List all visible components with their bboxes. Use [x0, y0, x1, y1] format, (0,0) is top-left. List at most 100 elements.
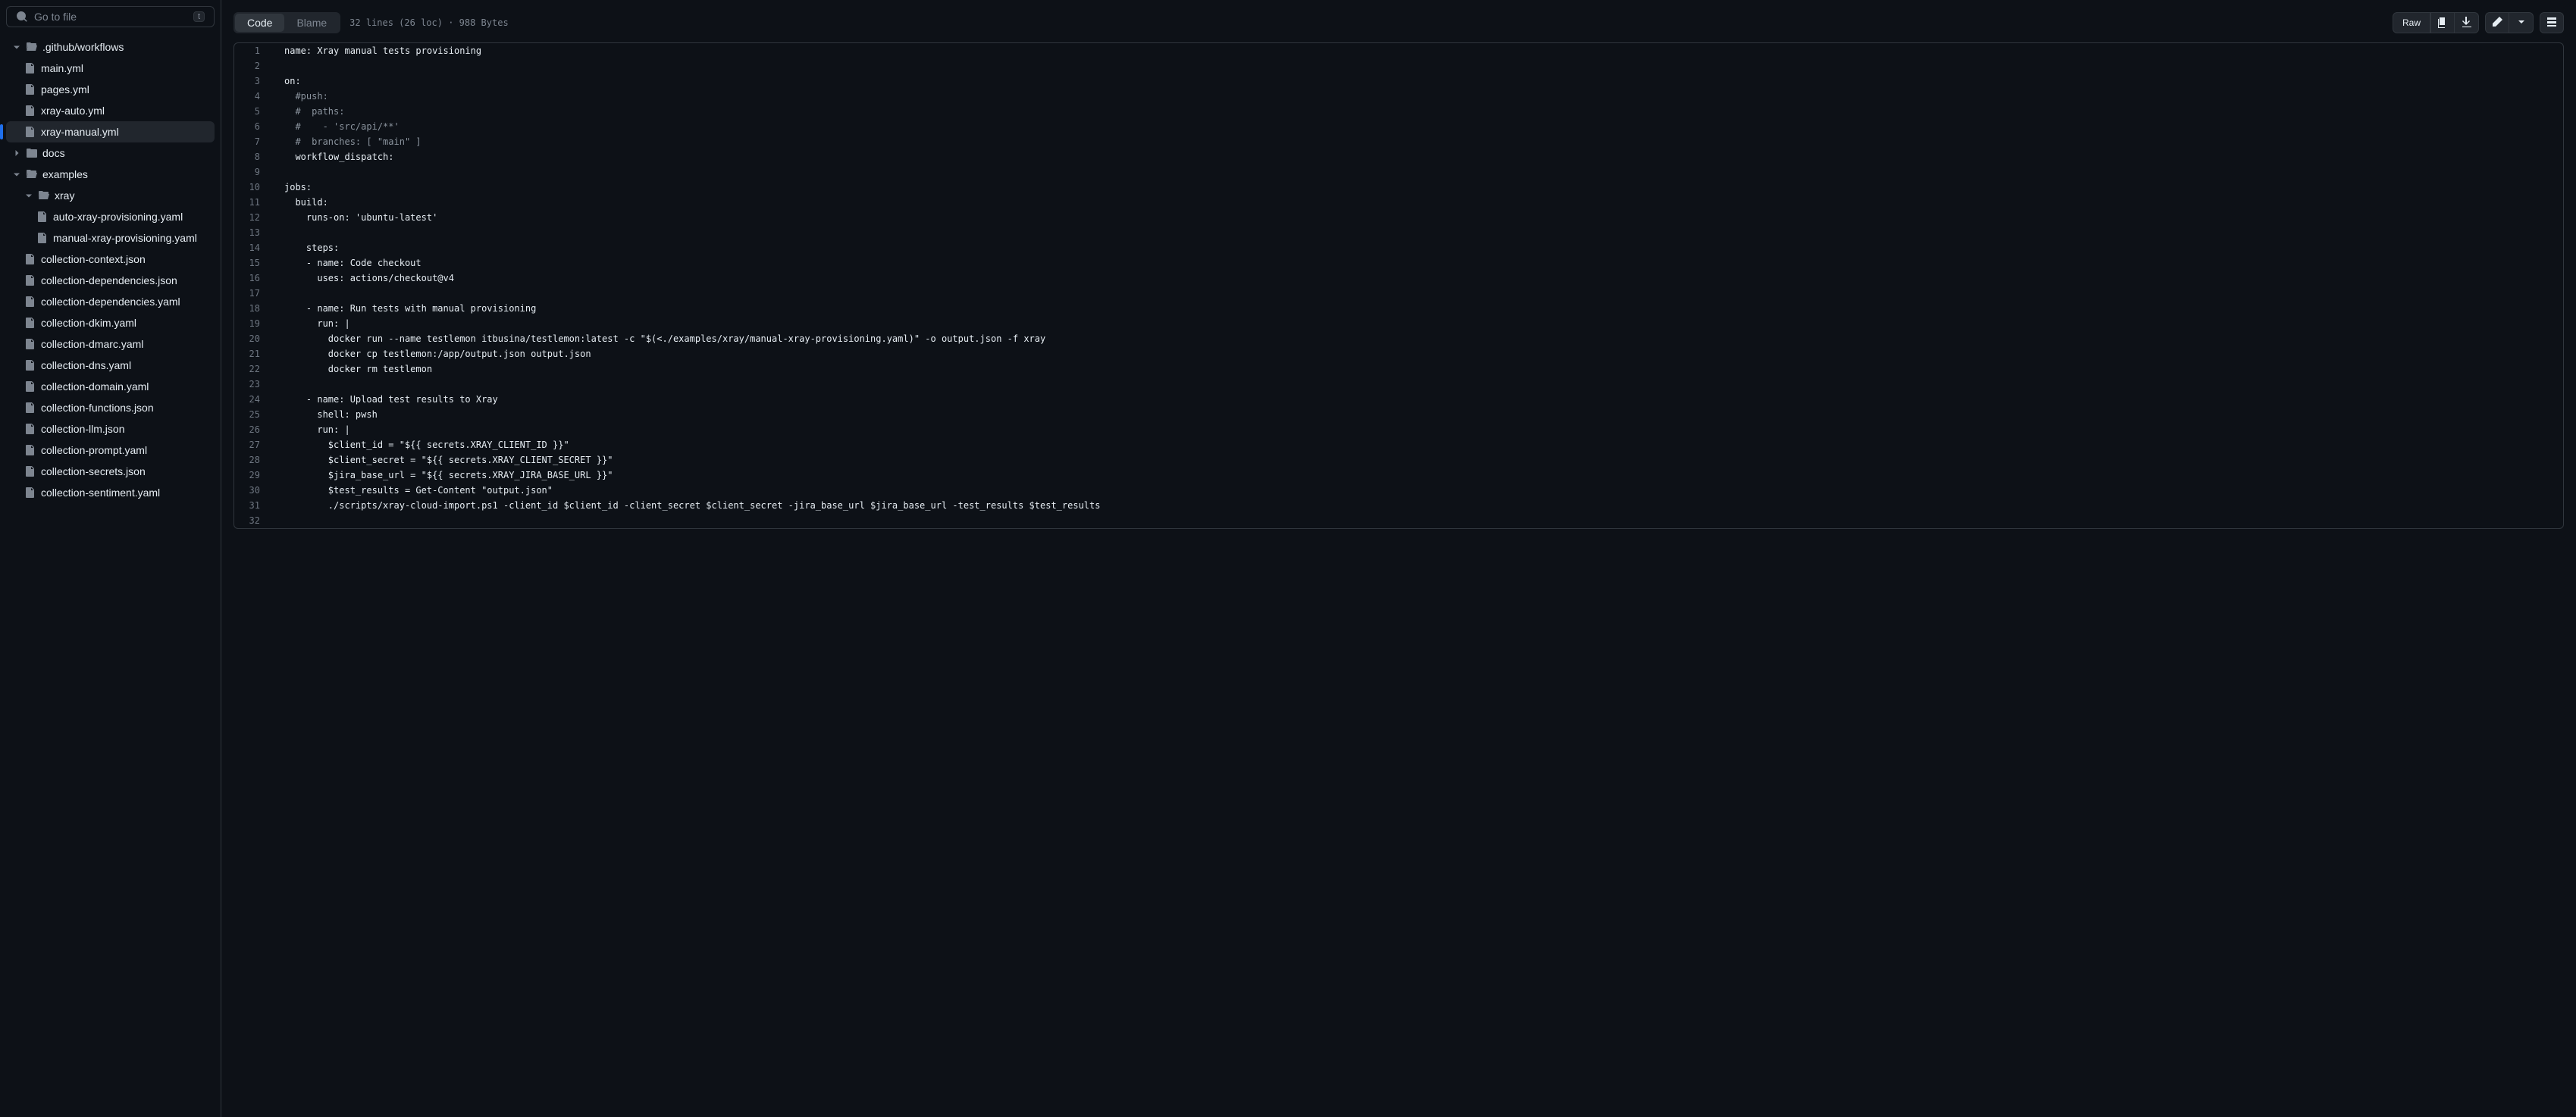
code-viewer[interactable]: 1name: Xray manual tests provisioning 2 … — [233, 42, 2564, 529]
symbols-button[interactable] — [2540, 12, 2564, 33]
tree-folder-xray[interactable]: xray — [6, 185, 215, 206]
tree-label: collection-sentiment.yaml — [41, 487, 160, 499]
search-key-hint: t — [193, 11, 205, 22]
tab-code[interactable]: Code — [235, 14, 284, 32]
folder-icon — [26, 147, 38, 159]
file-icon — [24, 274, 36, 286]
code-line — [272, 377, 2563, 392]
line-num: 18 — [234, 301, 272, 316]
edit-dropdown[interactable] — [2509, 12, 2534, 33]
file-icon — [24, 62, 36, 74]
tree-file-collection-domain[interactable]: collection-domain.yaml — [6, 376, 215, 397]
edit-button[interactable] — [2485, 12, 2509, 33]
tree-label: collection-prompt.yaml — [41, 444, 147, 456]
code-line — [272, 286, 2563, 301]
tree-file-collection-dmarc[interactable]: collection-dmarc.yaml — [6, 333, 215, 355]
line-num: 2 — [234, 58, 272, 74]
line-num: 10 — [234, 180, 272, 195]
tree-file-pages-yml[interactable]: pages.yml — [6, 79, 215, 100]
file-search[interactable]: t — [6, 6, 215, 27]
tree-file-collection-dns[interactable]: collection-dns.yaml — [6, 355, 215, 376]
tree-file-collection-llm[interactable]: collection-llm.json — [6, 418, 215, 440]
tree-file-collection-prompt[interactable]: collection-prompt.yaml — [6, 440, 215, 461]
tree-file-collection-sentiment[interactable]: collection-sentiment.yaml — [6, 482, 215, 503]
code-line: jobs: — [272, 180, 2563, 195]
tree-label: manual-xray-provisioning.yaml — [53, 232, 197, 244]
download-button[interactable] — [2455, 12, 2479, 33]
file-icon — [24, 444, 36, 456]
tree-file-collection-secrets[interactable]: collection-secrets.json — [6, 461, 215, 482]
code-line: # branches: [ "main" ] — [272, 134, 2563, 149]
line-num: 1 — [234, 43, 272, 58]
pencil-icon — [2491, 16, 2503, 30]
file-icon — [24, 296, 36, 308]
line-num: 3 — [234, 74, 272, 89]
tree-file-collection-deps-json[interactable]: collection-dependencies.json — [6, 270, 215, 291]
code-line: # - 'src/api/**' — [272, 119, 2563, 134]
code-line: - name: Run tests with manual provisioni… — [272, 301, 2563, 316]
file-icon — [24, 253, 36, 265]
code-line — [272, 58, 2563, 74]
file-icon — [36, 211, 49, 223]
tree-folder-examples[interactable]: examples — [6, 164, 215, 185]
tree-label: docs — [42, 147, 65, 159]
folder-open-icon — [26, 168, 38, 180]
tree-folder-github-workflows[interactable]: .github/workflows — [6, 36, 215, 58]
code-line: runs-on: 'ubuntu-latest' — [272, 210, 2563, 225]
line-num: 16 — [234, 271, 272, 286]
line-num: 8 — [234, 149, 272, 164]
caret-down-icon — [2518, 17, 2525, 28]
line-num: 11 — [234, 195, 272, 210]
tree-file-manual-xray-prov[interactable]: manual-xray-provisioning.yaml — [6, 227, 215, 249]
tree-file-xray-manual[interactable]: xray-manual.yml — [6, 121, 215, 142]
raw-button[interactable]: Raw — [2393, 12, 2430, 33]
tree-label: auto-xray-provisioning.yaml — [53, 211, 183, 223]
file-icon — [24, 423, 36, 435]
line-num: 12 — [234, 210, 272, 225]
copy-button[interactable] — [2430, 12, 2455, 33]
tree-folder-docs[interactable]: docs — [6, 142, 215, 164]
code-line: run: | — [272, 316, 2563, 331]
code-line: #push: — [272, 89, 2563, 104]
tree-file-collection-functions[interactable]: collection-functions.json — [6, 397, 215, 418]
line-num: 22 — [234, 361, 272, 377]
file-icon — [24, 380, 36, 393]
line-num: 30 — [234, 483, 272, 498]
search-icon — [16, 11, 28, 23]
copy-icon — [2437, 16, 2449, 30]
code-line — [272, 164, 2563, 180]
code-line: ./scripts/xray-cloud-import.ps1 -client_… — [272, 498, 2563, 513]
main-content: Code Blame 32 lines (26 loc) · 988 Bytes… — [221, 0, 2576, 1117]
search-input[interactable] — [34, 11, 193, 23]
tree-file-main-yml[interactable]: main.yml — [6, 58, 215, 79]
code-line: uses: actions/checkout@v4 — [272, 271, 2563, 286]
tree-label: collection-domain.yaml — [41, 380, 149, 393]
chevron-down-icon — [12, 170, 21, 179]
file-toolbar: Code Blame 32 lines (26 loc) · 988 Bytes… — [233, 12, 2564, 33]
code-line: steps: — [272, 240, 2563, 255]
tab-blame[interactable]: Blame — [284, 14, 339, 32]
line-num: 7 — [234, 134, 272, 149]
code-line: build: — [272, 195, 2563, 210]
tree-label: collection-functions.json — [41, 402, 154, 414]
tree-label: collection-dependencies.yaml — [41, 296, 180, 308]
tree-file-collection-deps-yaml[interactable]: collection-dependencies.yaml — [6, 291, 215, 312]
line-num: 26 — [234, 422, 272, 437]
line-num: 5 — [234, 104, 272, 119]
code-line: - name: Code checkout — [272, 255, 2563, 271]
download-icon — [2461, 16, 2473, 30]
file-icon — [24, 402, 36, 414]
tree-file-collection-dkim[interactable]: collection-dkim.yaml — [6, 312, 215, 333]
code-line: docker run --name testlemon itbusina/tes… — [272, 331, 2563, 346]
file-icon — [24, 338, 36, 350]
tree-label: collection-dns.yaml — [41, 359, 131, 371]
line-num: 29 — [234, 468, 272, 483]
line-num: 28 — [234, 452, 272, 468]
tree-label: collection-llm.json — [41, 423, 124, 435]
tree-file-xray-auto[interactable]: xray-auto.yml — [6, 100, 215, 121]
code-line: - name: Upload test results to Xray — [272, 392, 2563, 407]
code-line: run: | — [272, 422, 2563, 437]
tree-file-auto-xray-prov[interactable]: auto-xray-provisioning.yaml — [6, 206, 215, 227]
tree-label: pages.yml — [41, 83, 89, 95]
tree-file-collection-context[interactable]: collection-context.json — [6, 249, 215, 270]
